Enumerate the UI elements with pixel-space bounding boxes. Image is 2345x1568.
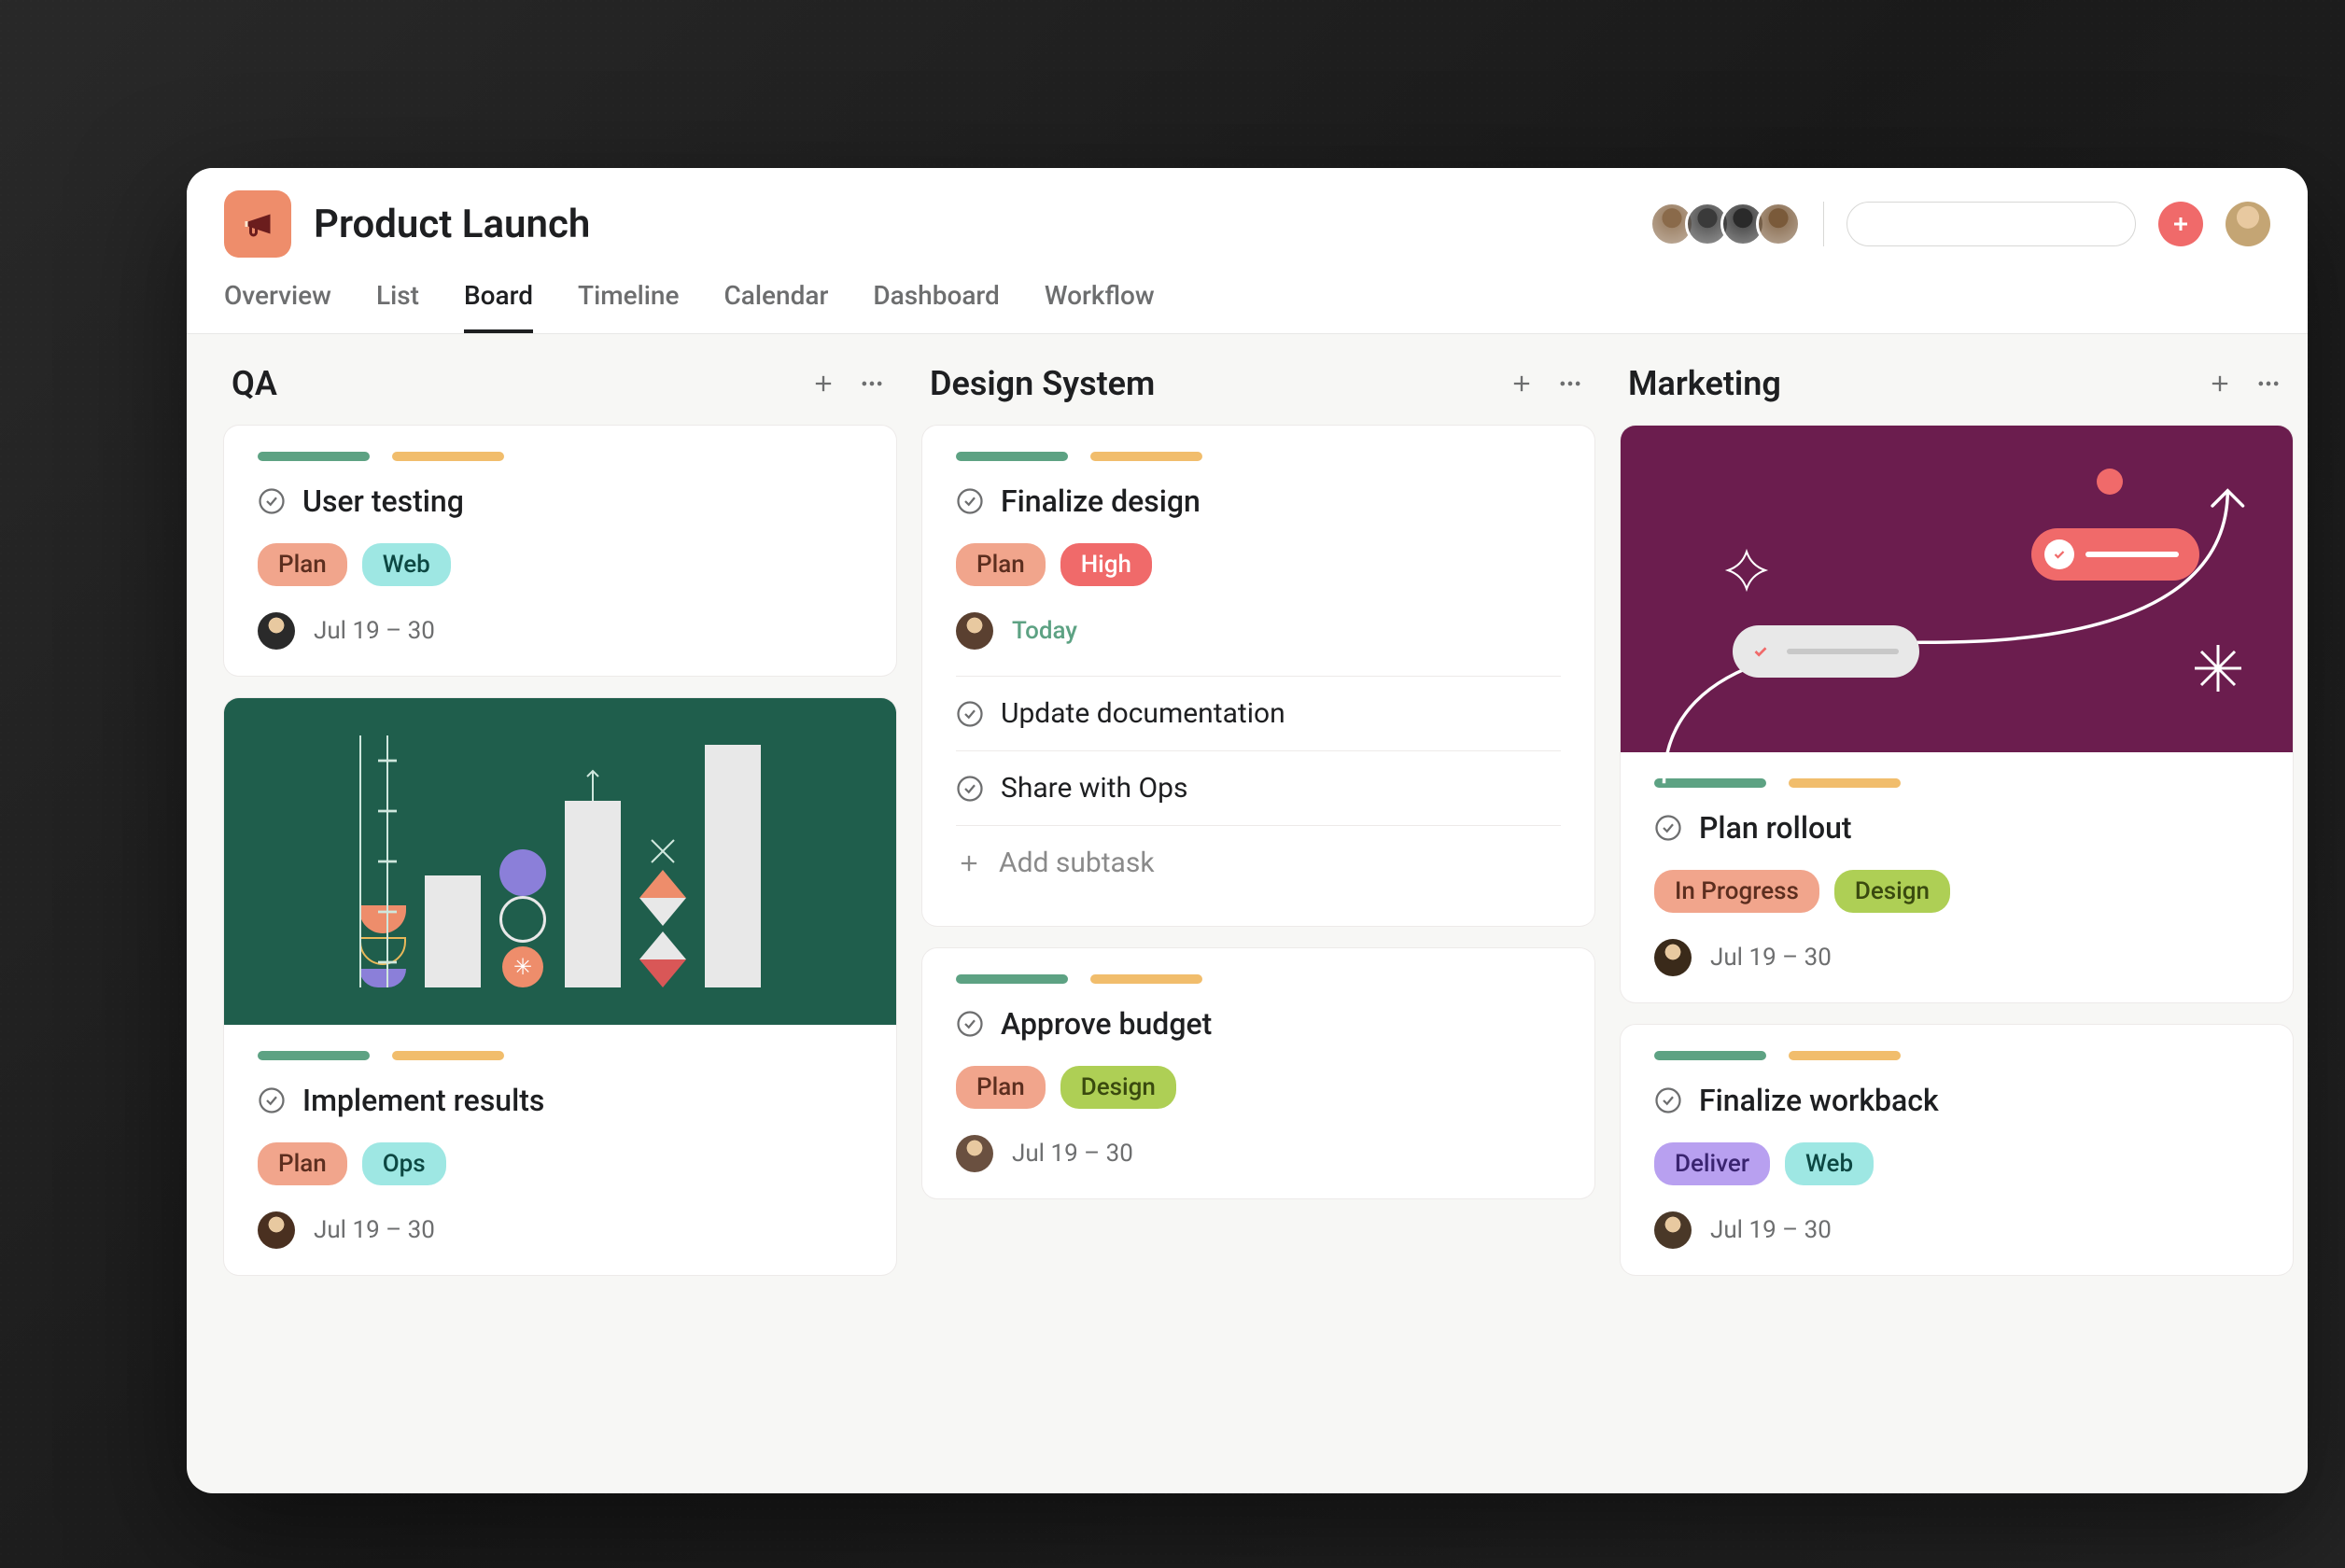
project-icon[interactable] [224,190,291,258]
tag-design[interactable]: Design [1834,870,1950,913]
plus-icon [956,850,982,876]
complete-check-icon[interactable] [258,1086,286,1114]
card-title: User testing [302,483,464,519]
tab-timeline[interactable]: Timeline [578,280,679,333]
app-window: Product Launch Overview List Board Timeline… [187,168,2308,1493]
subtask[interactable]: Update documentation [956,677,1561,751]
column-add-button[interactable] [807,367,840,400]
status-bars [956,974,1561,984]
status-bars [1654,1051,2259,1060]
subtask-title: Share with Ops [1001,772,1187,805]
task-card[interactable]: ✳ Implement results Plan Ops Jul 19 – 30 [224,698,896,1275]
current-user-avatar[interactable] [2226,202,2270,246]
tag-ops[interactable]: Ops [362,1142,446,1185]
due-date: Jul 19 – 30 [1710,944,1832,972]
column-add-button[interactable] [1505,367,1538,400]
column-title[interactable]: Design System [930,364,1505,403]
tab-overview[interactable]: Overview [224,280,331,333]
tag-deliver[interactable]: Deliver [1654,1142,1770,1185]
assignee-avatar[interactable] [258,612,295,650]
tab-list[interactable]: List [376,280,419,333]
due-date: Jul 19 – 30 [314,617,435,645]
card-title: Approve budget [1001,1006,1212,1042]
team-avatars[interactable] [1650,202,1801,246]
due-date: Today [1012,617,1077,645]
complete-check-icon[interactable] [956,1010,984,1038]
subtask-title: Update documentation [1001,697,1285,730]
header: Product Launch Overview List Board Timeline… [187,168,2308,334]
assignee-avatar[interactable] [258,1211,295,1249]
tag-web[interactable]: Web [362,543,451,586]
tab-calendar[interactable]: Calendar [723,280,828,333]
tag-plan[interactable]: Plan [956,1066,1046,1109]
card-title: Finalize workback [1699,1083,1939,1118]
due-date: Jul 19 – 30 [314,1216,435,1244]
subtask-list: Update documentation Share with Ops Add su… [956,676,1561,900]
tab-workflow[interactable]: Workflow [1045,280,1155,333]
assignee-avatar[interactable] [956,1135,993,1172]
search-input[interactable] [1877,211,2167,237]
team-avatar[interactable] [1756,202,1801,246]
task-card[interactable]: Plan rollout In Progress Design Jul 19 – … [1621,426,2293,1002]
tab-board[interactable]: Board [464,280,533,333]
complete-check-icon[interactable] [1654,1086,1682,1114]
card-title: Plan rollout [1699,810,1852,846]
status-bars [258,1051,863,1060]
column-marketing: Marketing Plan rollout In Progress Design… [1621,364,2293,1443]
complete-check-icon[interactable] [956,775,984,803]
global-add-button[interactable] [2158,202,2203,246]
status-bars [258,452,863,461]
column-more-button[interactable] [2252,367,2285,400]
assignee-avatar[interactable] [1654,939,1692,976]
task-card[interactable]: Finalize workback Deliver Web Jul 19 – 30 [1621,1025,2293,1275]
tag-inprogress[interactable]: In Progress [1654,870,1819,913]
card-title: Finalize design [1001,483,1201,519]
tab-dashboard[interactable]: Dashboard [873,280,999,333]
tag-high[interactable]: High [1060,543,1152,586]
task-card[interactable]: Finalize design Plan High Today Update do… [922,426,1594,926]
tag-plan[interactable]: Plan [258,1142,347,1185]
board: QA User testing Plan Web Jul 19 – 30 ✳ Im… [187,334,2308,1473]
complete-check-icon[interactable] [258,487,286,515]
task-card[interactable]: Approve budget Plan Design Jul 19 – 30 [922,948,1594,1198]
column-title[interactable]: Marketing [1628,364,2203,403]
card-image-chart: ✳ [224,698,896,1025]
project-title[interactable]: Product Launch [314,202,590,247]
column-more-button[interactable] [855,367,889,400]
complete-check-icon[interactable] [956,487,984,515]
card-image-marketing [1621,426,2293,752]
assignee-avatar[interactable] [956,612,993,650]
tag-web[interactable]: Web [1785,1142,1874,1185]
tabs: Overview List Board Timeline Calendar Dashboa… [224,280,2270,333]
assignee-avatar[interactable] [1654,1211,1692,1249]
column-qa: QA User testing Plan Web Jul 19 – 30 ✳ Im… [224,364,896,1443]
search-box[interactable] [1847,202,2136,246]
due-date: Jul 19 – 30 [1012,1140,1133,1168]
column-design-system: Design System Finalize design Plan High T… [922,364,1594,1443]
complete-check-icon[interactable] [1654,814,1682,842]
tag-plan[interactable]: Plan [258,543,347,586]
divider [1823,202,1824,246]
tag-plan[interactable]: Plan [956,543,1046,586]
column-more-button[interactable] [1553,367,1587,400]
add-subtask-button[interactable]: Add subtask [956,826,1561,900]
task-card[interactable]: User testing Plan Web Jul 19 – 30 [224,426,896,676]
subtask[interactable]: Share with Ops [956,751,1561,826]
column-add-button[interactable] [2203,367,2237,400]
column-title[interactable]: QA [232,364,807,403]
due-date: Jul 19 – 30 [1710,1216,1832,1244]
tag-design[interactable]: Design [1060,1066,1176,1109]
complete-check-icon[interactable] [956,700,984,728]
status-bars [956,452,1561,461]
card-title: Implement results [302,1083,544,1118]
